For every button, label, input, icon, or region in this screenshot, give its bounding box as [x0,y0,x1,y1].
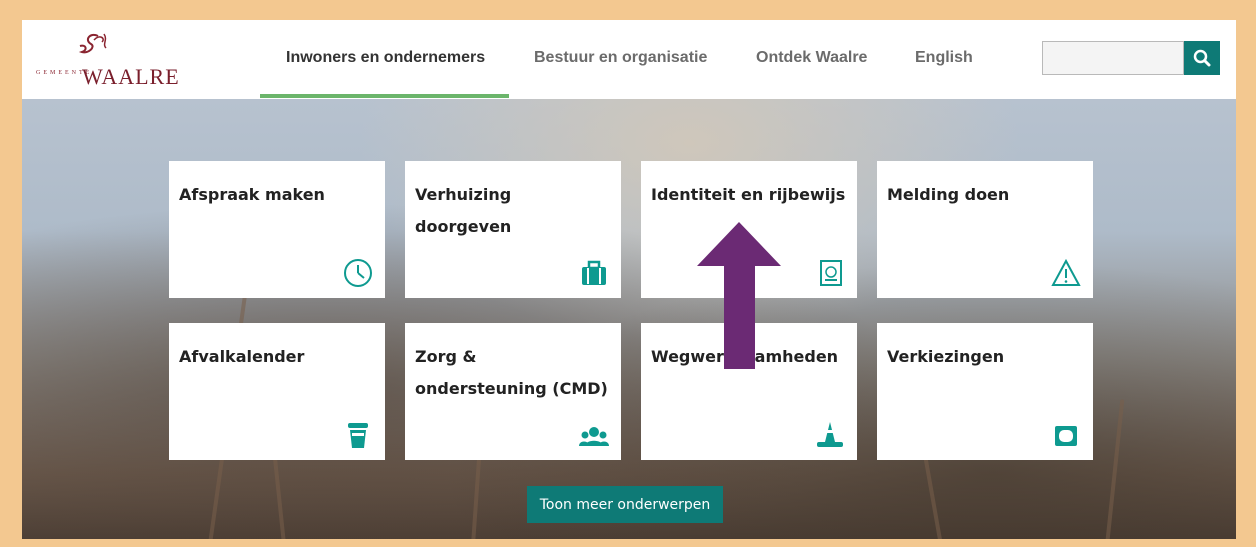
search-input[interactable] [1042,41,1184,75]
briefcase-icon [582,260,606,285]
tile-afspraak-maken[interactable]: Afspraak maken [169,161,385,298]
ballot-box-icon [1055,426,1077,446]
tile-title: Identiteit en rijbewijs [651,185,846,204]
browser-frame: GEMEENTE WAALRE Inwoners en ondernemers … [22,20,1236,539]
clock-icon [344,259,372,287]
site-header: GEMEENTE WAALRE Inwoners en ondernemers … [22,20,1236,99]
nav-item-inwoners[interactable]: Inwoners en ondernemers [286,49,485,67]
trash-icon [348,423,368,448]
active-nav-underline [260,94,509,98]
reed-stalk [1103,399,1125,539]
search-icon [1193,49,1211,67]
search-button[interactable] [1184,41,1220,75]
roadwork-cone-icon [817,422,843,447]
tile-title: Verhuizing doorgeven [415,185,512,236]
tile-title: Melding doen [887,185,1010,204]
nav-item-ontdek[interactable]: Ontdek Waalre [756,49,867,67]
arrow-up-icon [697,222,781,369]
gemeente-waalre-logo[interactable]: GEMEENTE WAALRE [36,30,206,90]
nav-item-bestuur[interactable]: Bestuur en organisatie [534,49,707,67]
people-icon [579,427,609,446]
tile-zorg-en-ondersteuning[interactable]: Zorg & ondersteuning (CMD) [405,323,621,460]
tile-verkiezingen[interactable]: Verkiezingen [877,323,1093,460]
nav-item-english[interactable]: English [915,49,973,67]
tile-title: Zorg & ondersteuning (CMD) [415,347,608,398]
tile-title: Afspraak maken [179,185,325,204]
passport-icon [820,260,842,286]
tile-melding-doen[interactable]: Melding doen [877,161,1093,298]
tile-title: Afvalkalender [179,347,305,366]
tile-title: Verkiezingen [887,347,1005,366]
tile-afvalkalender[interactable]: Afvalkalender [169,323,385,460]
tile-verhuizing-doorgeven[interactable]: Verhuizing doorgeven [405,161,621,298]
toon-meer-onderwerpen-button[interactable]: Toon meer onderwerpen [527,486,723,523]
logo-big-text: WAALRE [82,64,180,89]
warning-icon [1051,258,1081,286]
